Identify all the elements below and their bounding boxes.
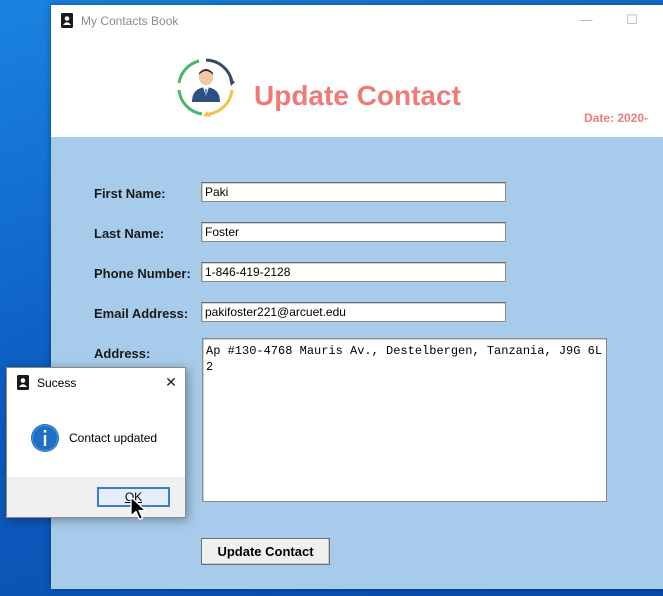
page-heading: Update Contact xyxy=(254,80,461,111)
maximize-button[interactable]: ☐ xyxy=(621,11,643,29)
title-bar: My Contacts Book — ☐ xyxy=(51,5,663,37)
phone-number-field[interactable]: 1-846-419-2128 xyxy=(201,262,506,282)
window-title: My Contacts Book xyxy=(81,14,179,28)
update-contact-button[interactable]: Update Contact xyxy=(201,538,330,565)
contacts-book-icon xyxy=(17,375,29,390)
success-dialog: Sucess ✕ Contact updated OK xyxy=(6,367,186,518)
mouse-cursor-icon xyxy=(130,496,147,521)
phone-number-label: Phone Number: xyxy=(94,266,191,281)
address-textarea[interactable]: Ap #130-4768 Mauris Av., Destelbergen, T… xyxy=(202,338,607,502)
minimize-button[interactable]: — xyxy=(575,11,597,29)
first-name-label: First Name: xyxy=(94,186,166,201)
dialog-title: Sucess xyxy=(37,376,77,390)
last-name-field[interactable]: Foster xyxy=(201,222,506,242)
dialog-close-button[interactable]: ✕ xyxy=(161,372,181,392)
last-name-label: Last Name: xyxy=(94,226,165,241)
contacts-book-icon xyxy=(61,13,73,28)
email-address-field[interactable]: pakifoster221@arcuet.edu xyxy=(201,302,506,322)
email-address-label: Email Address: xyxy=(94,306,189,321)
date-label: Date: 2020- xyxy=(584,111,649,125)
dialog-message: Contact updated xyxy=(69,431,158,445)
info-icon xyxy=(31,424,59,452)
dialog-footer: OK xyxy=(7,477,185,517)
first-name-field[interactable]: Paki xyxy=(201,182,506,202)
address-label: Address: xyxy=(94,346,151,361)
header-area: Update Contact Date: 2020- xyxy=(51,37,663,137)
update-contact-logo-icon xyxy=(177,58,235,117)
